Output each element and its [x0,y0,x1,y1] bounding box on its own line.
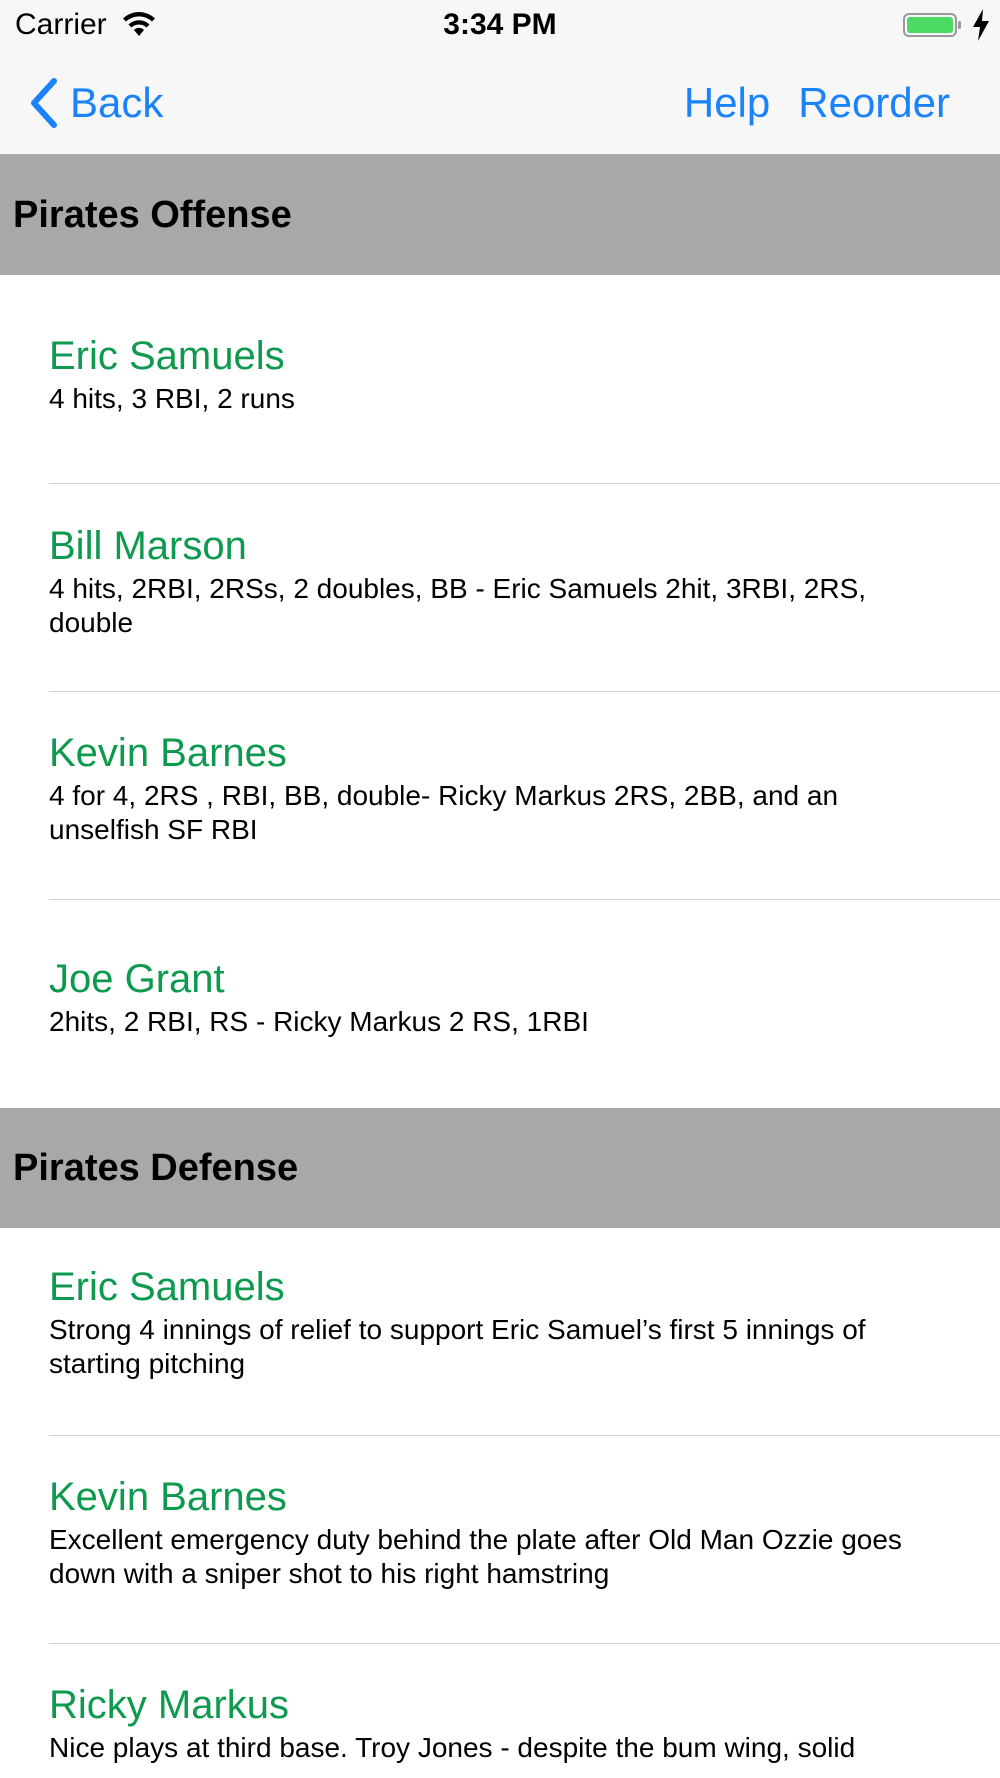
list-item[interactable]: Eric Samuels 4 hits, 3 RBI, 2 runs [0,275,1000,484]
list-item[interactable]: Kevin Barnes 4 for 4, 2RS , RBI, BB, dou… [0,692,1000,900]
section-title: Pirates Offense [13,193,292,236]
player-name: Eric Samuels [49,334,285,378]
battery-icon [903,13,961,37]
player-name: Kevin Barnes [49,1475,287,1519]
player-name: Bill Marson [49,524,247,568]
back-button[interactable]: Back [28,76,163,130]
nav-right-items: Help Reorder [684,76,950,130]
navigation-bar: Back Help Reorder [0,52,1000,155]
list-item[interactable]: Eric Samuels Strong 4 innings of relief … [0,1228,1000,1436]
player-name: Kevin Barnes [49,731,287,775]
status-time: 3:34 PM [443,8,557,41]
player-list[interactable]: Pirates Offense Eric Samuels 4 hits, 3 R… [0,155,1000,1764]
back-label: Back [70,79,164,126]
player-notes: 2hits, 2 RBI, RS - Ricky Markus 2 RS, 1R… [49,1006,589,1037]
section-title: Pirates Defense [13,1146,299,1189]
charging-bolt-icon [973,9,989,41]
player-notes: Strong 4 innings of relief to support Er… [49,1314,866,1379]
reorder-button[interactable]: Reorder [798,79,950,127]
section-header-offense: Pirates Offense [0,155,1000,275]
chevron-left-icon [31,78,57,128]
player-name: Joe Grant [49,957,225,1001]
player-notes: Nice plays at third base. Troy Jones - d… [49,1732,856,1763]
help-button[interactable]: Help [684,79,770,127]
list-item[interactable]: Kevin Barnes Excellent emergency duty be… [0,1436,1000,1644]
player-name: Ricky Markus [49,1683,290,1727]
section-header-defense: Pirates Defense [0,1108,1000,1228]
list-item[interactable]: Bill Marson 4 hits, 2RBI, 2RSs, 2 double… [0,484,1000,692]
player-notes: 4 hits, 2RBI, 2RSs, 2 doubles, BB - Eric… [49,573,867,638]
list-item[interactable]: Ricky Markus Nice plays at third base. T… [0,1644,1000,1764]
status-bar: Carrier 3:34 PM [0,0,1000,52]
player-notes: 4 for 4, 2RS , RBI, BB, double- Ricky Ma… [49,780,839,845]
player-notes: Excellent emergency duty behind the plat… [49,1524,902,1589]
player-notes: 4 hits, 3 RBI, 2 runs [49,383,295,414]
player-name: Eric Samuels [49,1265,285,1309]
list-item[interactable]: Joe Grant 2hits, 2 RBI, RS - Ricky Marku… [0,900,1000,1108]
